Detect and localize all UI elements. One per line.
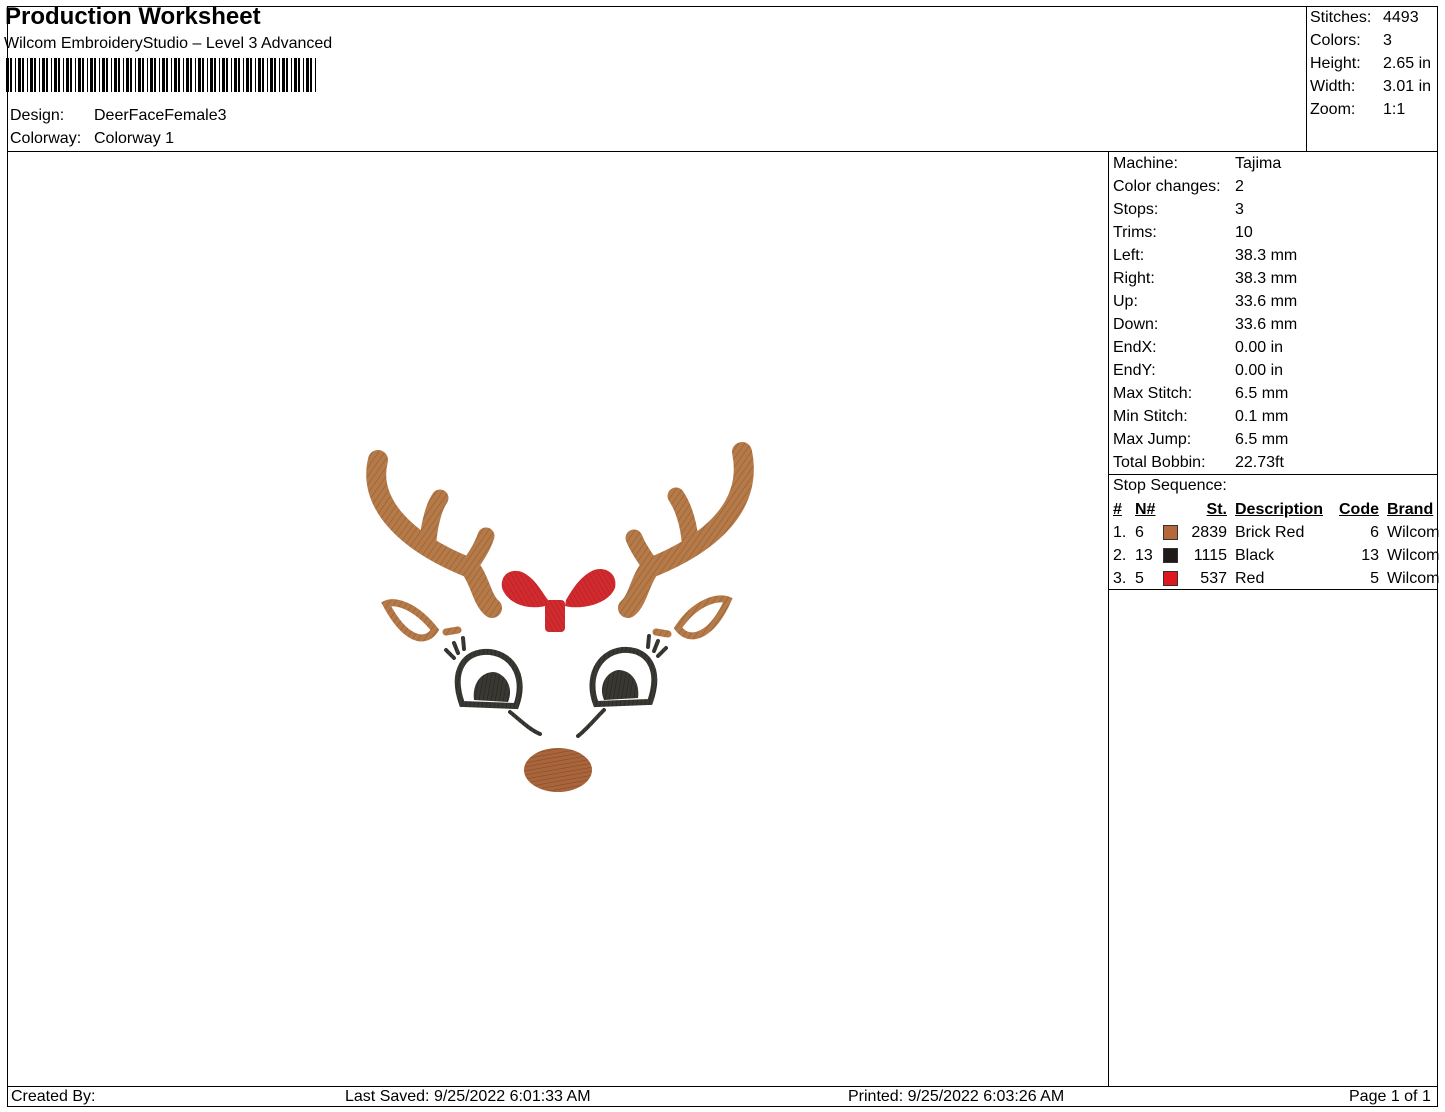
stat-colors: Colors: 3 <box>1310 32 1392 49</box>
row-brand: Wilcom <box>1387 523 1440 541</box>
info-max-jump: Max Jump: 6.5 mm <box>1113 431 1289 448</box>
row-st: 1115 <box>1193 546 1227 564</box>
col-gap2 <box>1379 498 1387 521</box>
page-title: Production Worksheet <box>5 3 261 30</box>
table-header: # N# St. Description Code Brand <box>1113 498 1443 521</box>
info-up: Up: 33.6 mm <box>1113 293 1298 310</box>
table-row: 1. 6 2839 Brick Red 6 Wilcom <box>1113 521 1443 544</box>
page-number: Page 1 of 1 <box>1349 1088 1431 1105</box>
eyes <box>444 634 668 738</box>
created-by: Created By: <box>11 1088 96 1105</box>
swatch-0 <box>1163 524 1178 540</box>
col-brand: Brand <box>1387 500 1434 518</box>
col-code: Code <box>1339 500 1379 518</box>
stat-width: Width: 3.01 in <box>1310 78 1432 95</box>
sidebar-divider <box>1108 151 1109 1086</box>
row-gap2 <box>1379 567 1387 590</box>
row-num: 3. <box>1113 569 1127 587</box>
info-max-stitch: Max Stitch: 6.5 mm <box>1113 385 1289 402</box>
right-antler <box>618 442 754 618</box>
stats-box: Stitches: 4493 Colors: 3 Height: 2.65 in Wi… <box>1310 6 1431 121</box>
info-endx: EndX: 0.00 in <box>1113 339 1284 356</box>
stats-divider <box>1306 6 1307 152</box>
design-label: Design: <box>10 107 65 124</box>
row-gap <box>1227 521 1235 544</box>
color-swatch <box>1163 521 1181 544</box>
col-description: Description <box>1235 500 1324 518</box>
info-stops: Stops: 3 <box>1113 201 1244 218</box>
row-description: Black <box>1235 546 1275 564</box>
row-brand: Wilcom <box>1387 569 1440 587</box>
info-machine: Machine: Tajima <box>1113 155 1282 172</box>
row-n: 13 <box>1135 546 1153 564</box>
deer-face-design <box>366 442 754 792</box>
row-n: 6 <box>1135 523 1144 541</box>
col-num: # <box>1113 500 1122 518</box>
barcode-image <box>6 58 316 92</box>
info-total-bobbin: Total Bobbin: 22.73ft <box>1113 454 1284 471</box>
row-n: 5 <box>1135 569 1144 587</box>
row-num: 2. <box>1113 546 1127 564</box>
design-value: DeerFaceFemale3 <box>94 107 227 124</box>
col-gap <box>1227 498 1235 521</box>
info-left: Left: 38.3 mm <box>1113 247 1298 264</box>
swatch-2 <box>1163 570 1178 586</box>
row-description: Red <box>1235 569 1265 587</box>
stat-height: Height: 2.65 in <box>1310 55 1432 72</box>
info-right: Right: 38.3 mm <box>1113 270 1298 287</box>
row-num: 1. <box>1113 523 1127 541</box>
stop-sequence-title: Stop Sequence: <box>1113 477 1227 494</box>
machine-divider <box>1108 474 1438 475</box>
row-brand: Wilcom <box>1387 546 1440 564</box>
machine-info: Machine: Tajima Color changes: 2 Stops: 3 T… <box>1113 152 1297 474</box>
printed-date: Printed: 9/25/2022 6:03:26 AM <box>848 1088 1065 1105</box>
stat-zoom: Zoom: 1:1 <box>1310 101 1406 118</box>
color-swatch <box>1163 567 1181 590</box>
red-bow <box>501 568 616 632</box>
row-description: Brick Red <box>1235 523 1305 541</box>
info-trims: Trims: 10 <box>1113 224 1253 241</box>
row-code: 5 <box>1370 569 1379 587</box>
stop-sequence-table: # N# St. Description Code Brand 1. 6 283… <box>1113 498 1443 590</box>
table-row: 3. 5 537 Red 5 Wilcom <box>1113 567 1443 590</box>
colorway-value: Colorway 1 <box>94 130 175 147</box>
last-saved: Last Saved: 9/25/2022 6:01:33 AM <box>345 1088 591 1105</box>
col-swatch <box>1163 498 1181 521</box>
row-gap2 <box>1379 544 1387 567</box>
row-code: 13 <box>1361 546 1379 564</box>
col-n: N# <box>1135 500 1156 518</box>
row-st: 2839 <box>1191 523 1227 541</box>
row-st: 537 <box>1200 569 1227 587</box>
swatch-1 <box>1163 547 1178 563</box>
row-gap2 <box>1379 521 1387 544</box>
info-down: Down: 33.6 mm <box>1113 316 1298 333</box>
info-color-changes: Color changes: 2 <box>1113 178 1244 195</box>
table-row: 2. 13 1115 Black 13 Wilcom <box>1113 544 1443 567</box>
info-endy: EndY: 0.00 in <box>1113 362 1284 379</box>
col-st: St. <box>1206 500 1227 518</box>
stat-stitches: Stitches: 4493 <box>1310 9 1419 26</box>
info-min-stitch: Min Stitch: 0.1 mm <box>1113 408 1289 425</box>
row-gap <box>1227 567 1235 590</box>
left-antler <box>366 450 502 618</box>
row-gap <box>1227 544 1235 567</box>
footer-divider <box>7 1086 1438 1087</box>
nose <box>524 748 592 792</box>
colorway-label: Colorway: <box>10 130 82 147</box>
color-swatch <box>1163 544 1181 567</box>
row-code: 6 <box>1370 523 1379 541</box>
software-name: Wilcom EmbroideryStudio – Level 3 Advanc… <box>4 35 333 52</box>
